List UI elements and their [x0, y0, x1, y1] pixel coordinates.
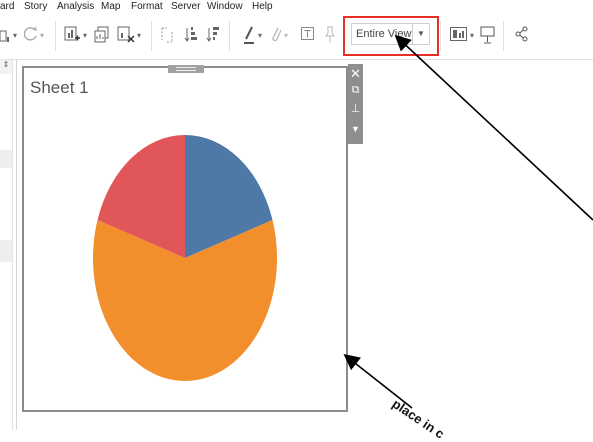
arrow-to-fit-view: [394, 34, 593, 221]
annotation-arrows: [343, 34, 593, 409]
